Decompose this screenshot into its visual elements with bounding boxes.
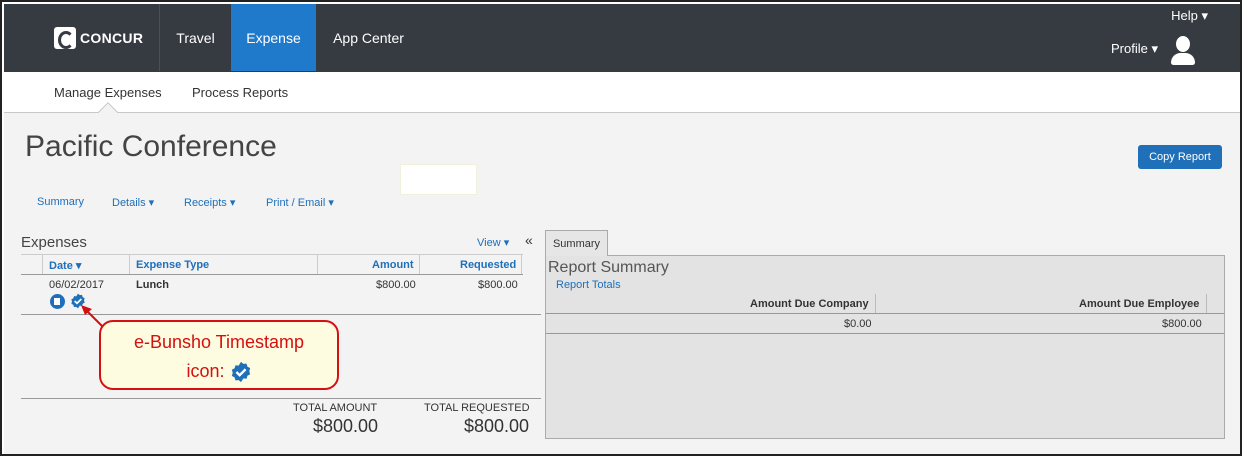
tab-summary[interactable]: Summary xyxy=(37,196,84,208)
help-menu[interactable]: Help ▾ xyxy=(1171,8,1208,24)
tab-details[interactable]: Details ▾ xyxy=(112,196,154,209)
nav-travel[interactable]: Travel xyxy=(159,4,231,71)
callout-line1: e-Bunsho Timestamp xyxy=(133,332,305,352)
row-expense-type: Lunch xyxy=(136,279,169,291)
expenses-heading: Expenses xyxy=(21,234,87,251)
row-date: 06/02/2017 xyxy=(49,279,105,291)
report-page: Pacific Conference Copy Report Summary D… xyxy=(4,113,1240,454)
amount-due-company: $0.00 xyxy=(844,318,872,330)
sub-nav: Manage Expenses Process Reports xyxy=(4,72,1240,122)
total-amount-value: $800.00 xyxy=(313,416,379,436)
subnav-process-reports[interactable]: Process Reports xyxy=(192,85,288,100)
nav-expense[interactable]: Expense xyxy=(231,4,316,71)
summary-panel: Report Summary Report Totals Amount Due … xyxy=(545,255,1225,439)
col-amount-due-employee: Amount Due Employee xyxy=(1079,298,1200,310)
timestamp-callout: e-Bunsho Timestamp icon: xyxy=(99,320,339,390)
receipt-image-icon[interactable] xyxy=(50,294,65,309)
summary-header: Amount Due Company Amount Due Employee xyxy=(546,294,1224,314)
summary-tab[interactable]: Summary xyxy=(545,230,608,256)
tab-print-email[interactable]: Print / Email ▾ xyxy=(266,196,334,209)
total-amount-label: TOTAL AMOUNT xyxy=(293,402,378,414)
concur-logo-icon xyxy=(54,27,76,49)
total-requested-label: TOTAL REQUESTED xyxy=(424,402,530,414)
totals-divider xyxy=(21,398,541,399)
col-amount-due-company: Amount Due Company xyxy=(750,298,869,310)
col-date[interactable]: Date ▾ xyxy=(49,259,81,272)
top-nav: CONCUR Travel Expense App Center Help ▾ … xyxy=(4,4,1240,72)
logo-text: CONCUR xyxy=(80,30,144,46)
amount-due-employee: $800.00 xyxy=(1162,318,1202,330)
summary-row: $0.00 $800.00 xyxy=(546,314,1224,334)
app-window: CONCUR Travel Expense App Center Help ▾ … xyxy=(0,0,1242,456)
callout-line2-wrap: icon: xyxy=(101,361,337,383)
total-requested-value: $800.00 xyxy=(464,416,530,436)
col-expense-type[interactable]: Expense Type xyxy=(136,259,209,271)
copy-report-button[interactable]: Copy Report xyxy=(1138,145,1222,169)
expenses-grid-header: Date ▾ Expense Type Amount Requested xyxy=(21,254,523,275)
col-amount[interactable]: Amount xyxy=(372,259,414,271)
col-requested[interactable]: Requested xyxy=(460,259,516,271)
row-requested: $800.00 xyxy=(478,279,518,291)
report-title: Pacific Conference xyxy=(25,130,277,163)
concur-logo[interactable]: CONCUR xyxy=(54,27,143,49)
view-menu[interactable]: View ▾ xyxy=(477,236,509,249)
tab-receipts[interactable]: Receipts ▾ xyxy=(184,196,235,209)
callout-line2: icon: xyxy=(186,361,225,381)
blank-panel xyxy=(400,164,477,195)
summary-title: Report Summary xyxy=(548,259,669,276)
user-avatar-icon[interactable] xyxy=(1170,34,1196,66)
subnav-manage-expenses[interactable]: Manage Expenses xyxy=(54,85,162,100)
e-bunsho-badge-icon xyxy=(230,361,252,383)
nav-app-center[interactable]: App Center xyxy=(316,4,421,71)
row-amount: $800.00 xyxy=(376,279,416,291)
report-totals-link[interactable]: Report Totals xyxy=(556,279,621,291)
profile-menu[interactable]: Profile ▾ xyxy=(1111,41,1158,57)
collapse-panel-button[interactable]: « xyxy=(525,232,533,248)
